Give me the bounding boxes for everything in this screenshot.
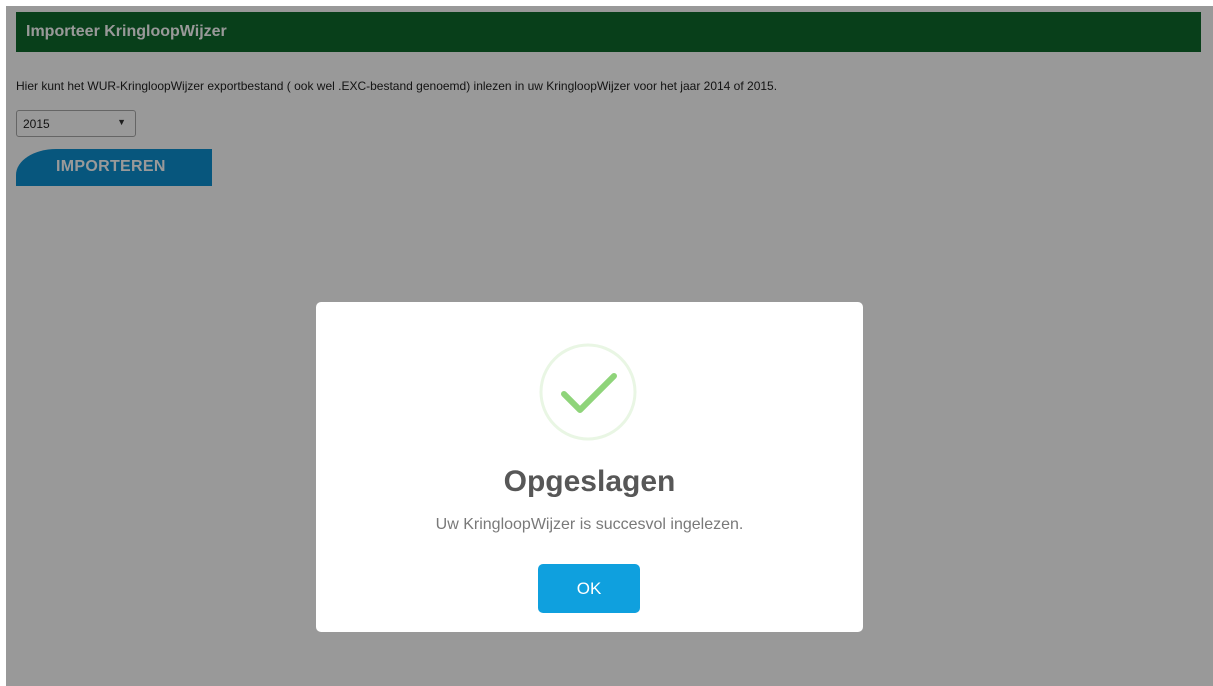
dialog-title: Opgeslagen [503, 465, 676, 498]
dialog-message: Uw KringloopWijzer is succesvol ingeleze… [435, 516, 744, 533]
success-dialog: Opgeslagen Uw KringloopWijzer is succesv… [316, 302, 863, 632]
success-checkmark-icon [538, 342, 638, 442]
ok-button[interactable]: OK [538, 564, 640, 613]
